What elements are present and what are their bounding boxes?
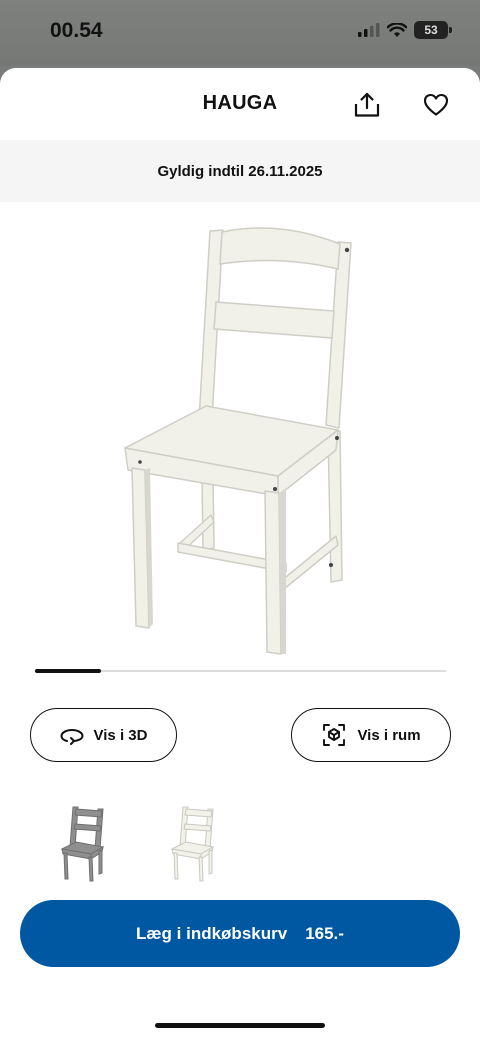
heart-icon [423,93,449,116]
rotate-3d-icon [60,728,84,745]
gallery-progress [35,669,446,673]
status-icons: 53 [358,21,452,39]
battery-icon: 53 [414,21,452,39]
view-in-room-button[interactable]: Vis i rum [291,708,451,762]
product-sheet: HAUGA Gyldig indtil 26.11.2025 Vis i 3D … [0,68,480,1039]
share-icon [354,92,380,117]
home-indicator[interactable] [155,1023,325,1028]
status-time: 00.54 [50,19,103,42]
ar-view-icon [323,724,346,746]
share-button[interactable] [352,90,382,120]
status-bar: 00.54 53 [0,0,480,66]
variant-swatch-grey[interactable] [56,802,116,882]
header: HAUGA [0,68,480,140]
validity-banner: Gyldig indtil 26.11.2025 [0,140,480,202]
product-image[interactable] [110,218,370,658]
gallery-progress-fill [35,669,101,673]
page-title: HAUGA [202,92,278,114]
add-to-cart-label: Læg i indkøbskurv [136,923,288,943]
variant-swatch-white[interactable] [166,802,226,882]
view-in-room-label: Vis i rum [357,726,421,744]
view-3d-label: Vis i 3D [93,726,148,744]
wifi-icon [387,22,407,37]
add-to-cart-button[interactable]: Læg i indkøbskurv 165.- [20,900,460,967]
view-3d-button[interactable]: Vis i 3D [30,708,177,762]
cellular-signal-icon [358,23,380,37]
favorite-button[interactable] [421,90,451,120]
price: 165.- [305,923,344,943]
